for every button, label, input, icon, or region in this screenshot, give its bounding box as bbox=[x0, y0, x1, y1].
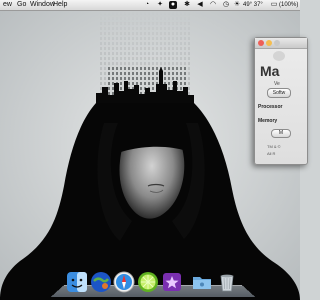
about-this-mac-window[interactable]: Ma Ve Softw Processor Memory M TM & © Al… bbox=[254, 37, 308, 165]
more-info-button[interactable]: M bbox=[271, 129, 291, 138]
bluetooth-icon[interactable]: ✱ bbox=[183, 1, 191, 9]
compass-icon[interactable] bbox=[113, 271, 135, 293]
os-title: Ma bbox=[260, 63, 280, 79]
lime-icon[interactable] bbox=[137, 271, 159, 293]
menu-view[interactable]: ew bbox=[3, 0, 12, 10]
apple-logo-icon bbox=[273, 51, 285, 61]
os-version: Ve bbox=[274, 81, 280, 87]
menu-help[interactable]: Help bbox=[53, 0, 67, 10]
software-update-button[interactable]: Softw bbox=[267, 88, 291, 98]
menu-extra-icon[interactable]: ● bbox=[169, 1, 177, 9]
time-machine-icon[interactable]: ◷ bbox=[222, 1, 230, 9]
wifi-icon[interactable]: ◠ bbox=[209, 1, 217, 9]
volume-icon[interactable]: ◀ bbox=[196, 1, 204, 9]
memory-label: Memory bbox=[258, 118, 278, 124]
menu-window[interactable]: Window bbox=[30, 0, 55, 10]
copyright-line: TM & © bbox=[267, 144, 281, 149]
battery-icon[interactable]: ▭ bbox=[270, 1, 278, 9]
battery-percent[interactable]: (100%) bbox=[279, 0, 298, 10]
close-button[interactable] bbox=[258, 40, 264, 46]
finder-icon[interactable] bbox=[66, 271, 88, 293]
folder-icon[interactable] bbox=[191, 271, 213, 293]
menu-go[interactable]: Go bbox=[17, 0, 26, 10]
weather-temperature[interactable]: 49° 37° bbox=[243, 0, 263, 10]
sync-icon[interactable]: ◔ bbox=[143, 1, 151, 9]
globe-icon[interactable] bbox=[90, 271, 112, 293]
zoom-button[interactable] bbox=[274, 40, 280, 46]
minimize-button[interactable] bbox=[266, 40, 272, 46]
star-icon[interactable] bbox=[161, 271, 183, 293]
rights-line: All R bbox=[267, 151, 276, 156]
weather-icon[interactable]: ☀ bbox=[233, 1, 241, 9]
processor-label: Processor bbox=[258, 104, 283, 110]
app-status-icon[interactable]: ✦ bbox=[156, 1, 164, 9]
window-titlebar[interactable] bbox=[255, 38, 307, 49]
trash-icon[interactable] bbox=[216, 271, 238, 293]
menu-bar: ew Go Window Help ◔ ✦ ● ✱ ◀ ◠ ◷ ☀ 49° 37… bbox=[0, 0, 300, 11]
